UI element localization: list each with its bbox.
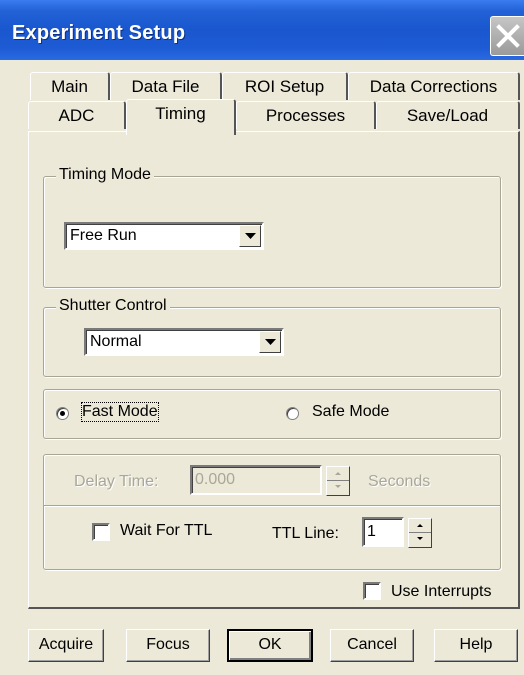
help-button[interactable]: Help xyxy=(434,629,518,662)
chevron-down-icon xyxy=(245,233,256,239)
window-title: Experiment Setup xyxy=(12,22,186,44)
ttl-line-value: 1 xyxy=(367,523,376,540)
close-button[interactable] xyxy=(490,16,524,56)
tab-save-load[interactable]: Save/Load xyxy=(376,101,520,129)
delay-time-label: Delay Time: xyxy=(74,473,159,490)
tab-data-corrections[interactable]: Data Corrections xyxy=(348,72,520,100)
wait-for-ttl-checkbox[interactable] xyxy=(92,523,110,541)
ttl-line-label: TTL Line: xyxy=(272,525,339,542)
shutter-control-group: Shutter Control Normal xyxy=(43,297,501,377)
timing-mode-legend: Timing Mode xyxy=(56,166,154,184)
arrow-up-icon xyxy=(417,524,423,527)
safe-mode-radio[interactable] xyxy=(286,407,299,420)
tab-row-back: Main Data File ROI Setup Data Correction… xyxy=(30,72,520,102)
arrow-up-icon xyxy=(335,472,341,475)
shutter-control-legend: Shutter Control xyxy=(56,297,170,315)
timing-tab-panel: Timing Mode Free Run Shutter Control Nor… xyxy=(28,131,520,609)
chevron-down-icon xyxy=(265,339,276,345)
timing-mode-group: Timing Mode Free Run xyxy=(43,166,501,288)
focus-button[interactable]: Focus xyxy=(126,629,210,662)
arrow-down-icon xyxy=(335,485,341,488)
timing-mode-select[interactable]: Free Run xyxy=(64,222,264,250)
title-bar[interactable]: Experiment Setup xyxy=(0,0,524,60)
tab-row-front: ADC Timing Processes Save/Load xyxy=(28,99,520,135)
tab-data-file[interactable]: Data File xyxy=(110,72,222,100)
use-interrupts-checkbox[interactable] xyxy=(363,582,381,600)
tab-main[interactable]: Main xyxy=(30,72,110,100)
tab-roi-setup[interactable]: ROI Setup xyxy=(222,72,348,100)
dropdown-arrow-button[interactable] xyxy=(259,331,281,353)
tab-timing[interactable]: Timing xyxy=(126,99,236,135)
close-icon xyxy=(496,24,520,48)
acquisition-mode-group: Fast Mode Safe Mode xyxy=(43,389,501,439)
group-divider xyxy=(44,505,500,507)
arrow-down-icon xyxy=(417,537,423,540)
ttl-line-input[interactable]: 1 xyxy=(362,517,404,547)
timing-mode-value: Free Run xyxy=(70,227,137,244)
delay-unit-label: Seconds xyxy=(368,473,431,490)
acquire-button[interactable]: Acquire xyxy=(28,629,104,662)
delay-time-value: 0.000 xyxy=(195,471,236,488)
shutter-control-select[interactable]: Normal xyxy=(84,328,284,356)
delay-time-input[interactable]: 0.000 xyxy=(190,465,322,495)
ok-button[interactable]: OK xyxy=(227,629,313,662)
dropdown-arrow-button[interactable] xyxy=(239,225,261,247)
safe-mode-label[interactable]: Safe Mode xyxy=(312,403,389,421)
delay-ttl-group: Delay Time: 0.000 Seconds Wait For TTL T… xyxy=(43,454,501,570)
fast-mode-radio[interactable] xyxy=(56,407,69,420)
delay-time-spinner[interactable] xyxy=(326,466,350,496)
use-interrupts-label[interactable]: Use Interrupts xyxy=(391,583,491,601)
wait-for-ttl-label[interactable]: Wait For TTL xyxy=(120,522,212,540)
tab-processes[interactable]: Processes xyxy=(236,101,376,129)
fast-mode-label[interactable]: Fast Mode xyxy=(81,402,159,422)
tab-adc[interactable]: ADC xyxy=(28,101,126,129)
shutter-control-value: Normal xyxy=(90,333,142,350)
ttl-line-spinner[interactable] xyxy=(408,518,432,548)
cancel-button[interactable]: Cancel xyxy=(330,629,414,662)
